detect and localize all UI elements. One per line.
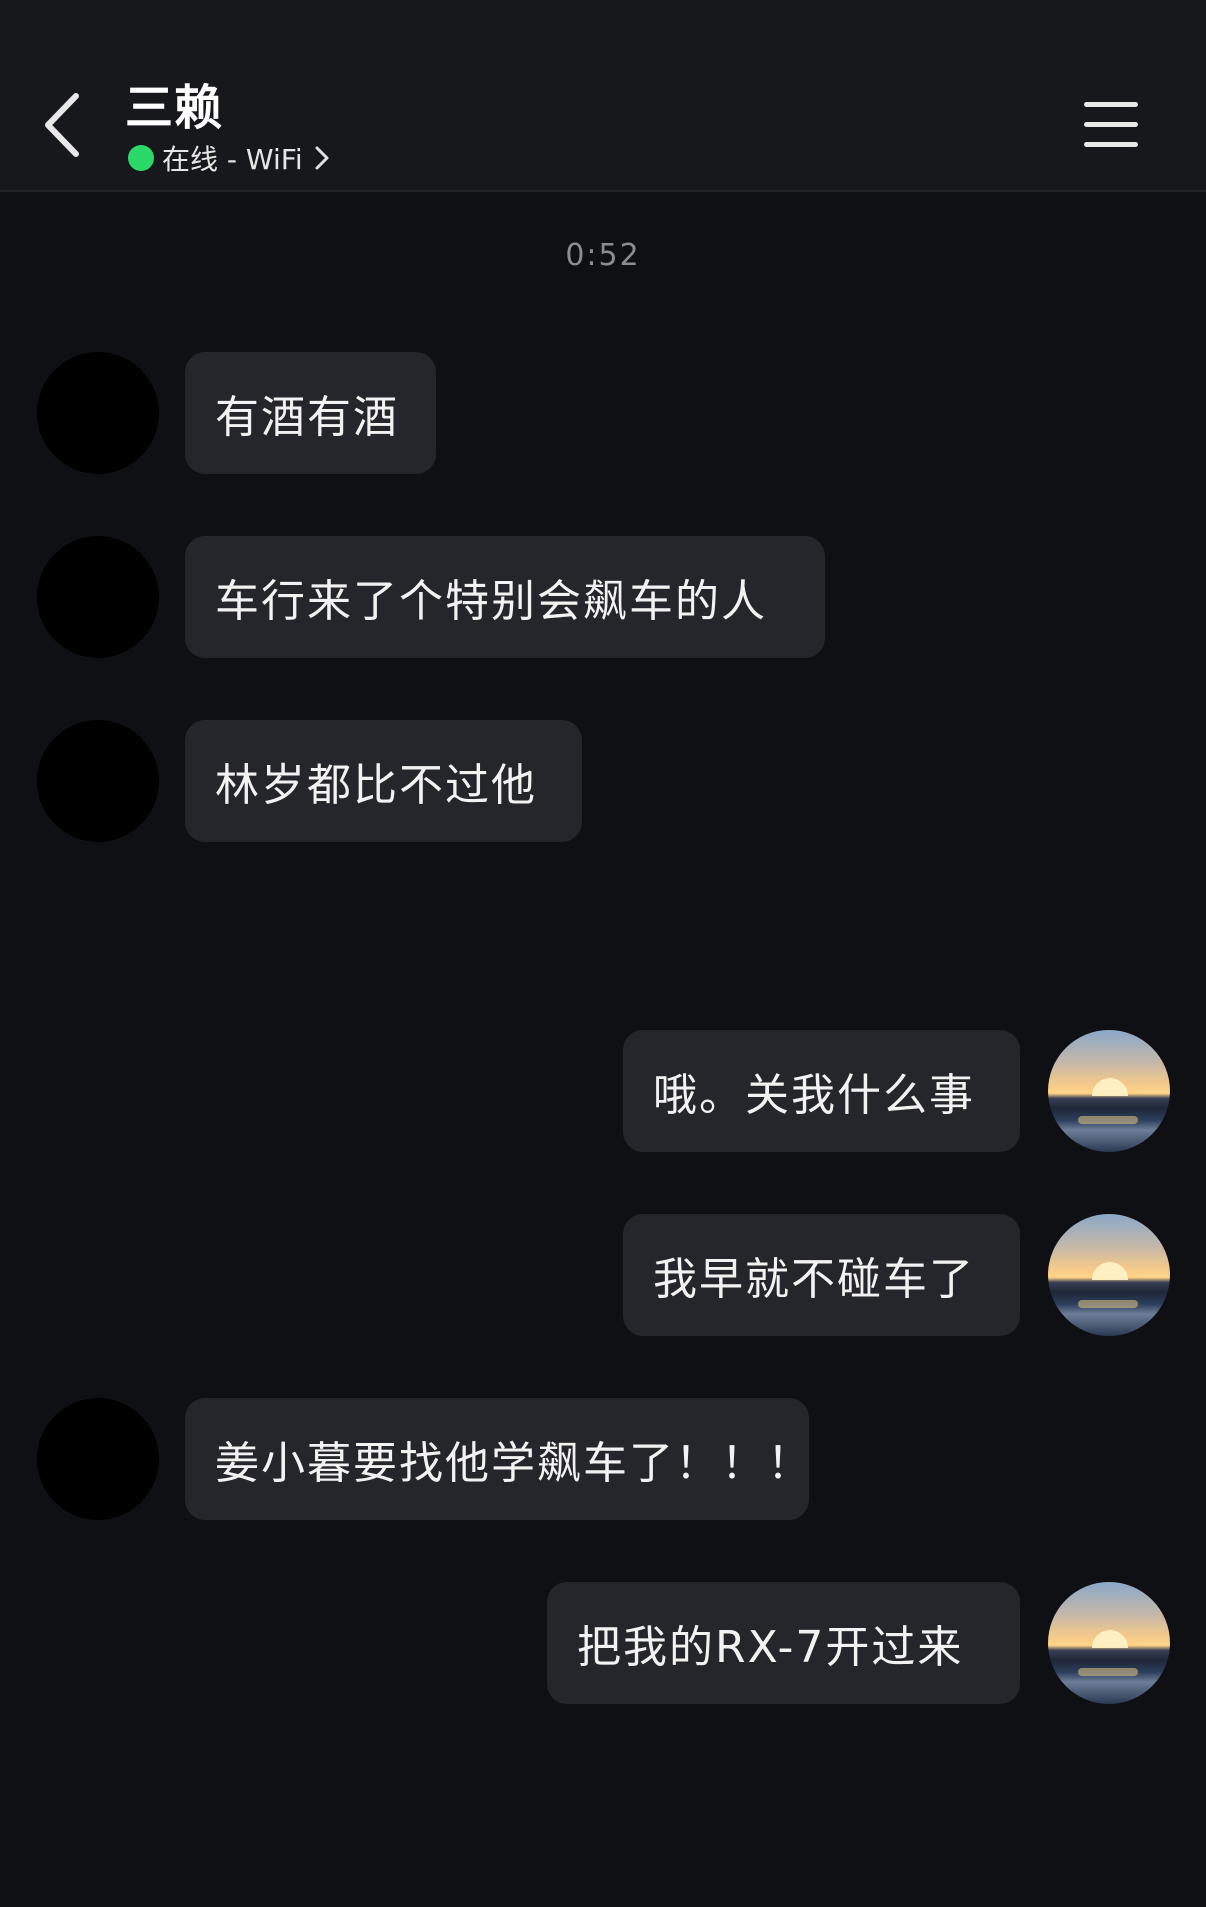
status-text: 在线 - WiFi <box>162 143 303 176</box>
back-button[interactable] <box>38 90 88 160</box>
connection-status[interactable]: 在线 - WiFi <box>128 140 331 176</box>
message-timestamp: 0:52 <box>565 238 641 273</box>
my-avatar[interactable] <box>1048 1214 1170 1336</box>
message-bubble-incoming[interactable]: 林岁都比不过他 <box>185 720 582 842</box>
contact-name[interactable]: 三赖 <box>125 78 223 138</box>
contact-avatar[interactable] <box>37 352 159 474</box>
chat-header: 三赖 在线 - WiFi <box>0 0 1206 192</box>
online-status-dot-icon <box>128 145 154 171</box>
message-bubble-outgoing[interactable]: 把我的RX-7开过来 <box>547 1582 1020 1704</box>
message-bubble-incoming[interactable]: 有酒有酒 <box>185 352 436 474</box>
contact-avatar[interactable] <box>37 720 159 842</box>
my-avatar[interactable] <box>1048 1030 1170 1152</box>
contact-avatar[interactable] <box>37 1398 159 1520</box>
contact-avatar[interactable] <box>37 536 159 658</box>
message-bubble-outgoing[interactable]: 我早就不碰车了 <box>623 1214 1020 1336</box>
chevron-right-icon <box>315 146 329 170</box>
message-bubble-incoming[interactable]: 车行来了个特别会飙车的人 <box>185 536 825 658</box>
chevron-left-icon <box>45 93 79 157</box>
message-bubble-incoming[interactable]: 姜小暮要找他学飙车了！！！ <box>185 1398 811 1520</box>
hamburger-menu-icon <box>1084 102 1138 107</box>
message-bubble-outgoing[interactable]: 哦。关我什么事 <box>623 1030 1020 1152</box>
menu-button[interactable] <box>1082 100 1140 150</box>
my-avatar[interactable] <box>1048 1582 1170 1704</box>
